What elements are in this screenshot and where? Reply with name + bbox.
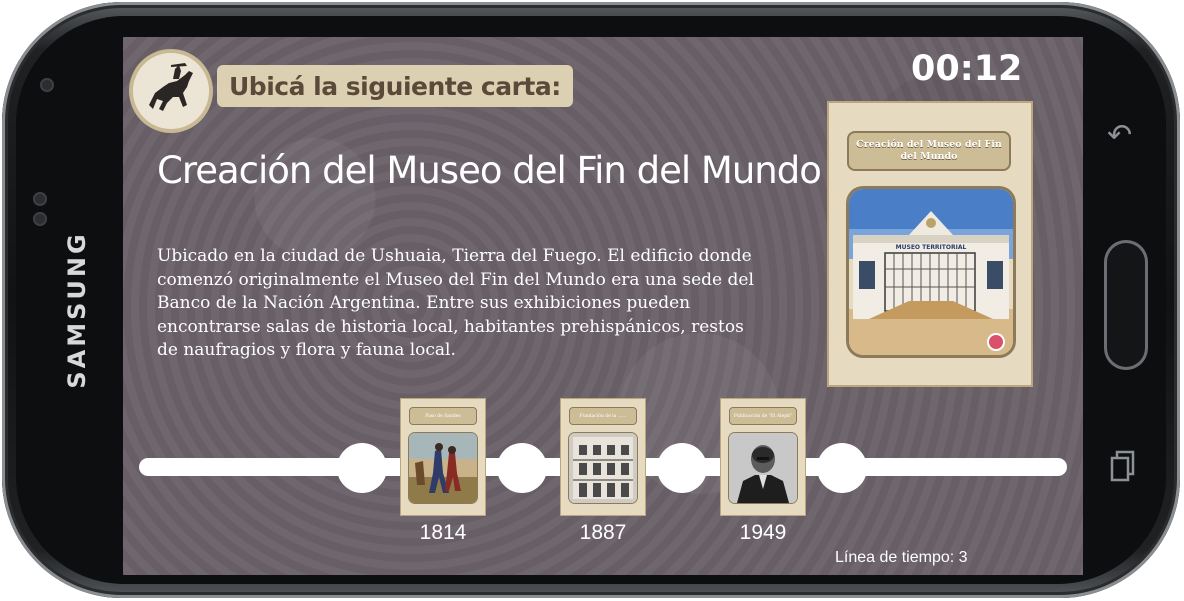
museum-sign: MUSEO TERRITORIAL xyxy=(896,244,967,251)
home-button[interactable] xyxy=(1104,240,1148,370)
timeline-card-2-banner: Fundación de la ...... xyxy=(569,407,637,425)
timeline-year-1: 1814 xyxy=(419,521,467,544)
timeline-card-3[interactable]: Publicación de "El Aleph" xyxy=(721,399,805,515)
current-card[interactable]: Creación del Museo del Fin del Mundo MUS… xyxy=(829,103,1031,385)
timeline-card-3-label: Publicación de "El Aleph" xyxy=(733,413,793,419)
game-screen: Ubicá la siguiente carta: 00:12 Creación… xyxy=(123,37,1083,575)
timeline-card-2-photo xyxy=(569,433,637,503)
horse-rider-icon xyxy=(133,53,209,129)
current-card-banner-text: Creación del Museo del Fin del Mundo xyxy=(856,139,1002,162)
light-sensor xyxy=(33,212,47,226)
timeline-card-1-banner: Paso de Sandes xyxy=(409,407,477,425)
timeline-card-1[interactable]: Paso de Sandes xyxy=(401,399,485,515)
timeline-card-2[interactable]: Fundación de la ...... xyxy=(561,399,645,515)
current-card-banner: Creación del Museo del Fin del Mundo xyxy=(847,131,1011,171)
timeline-card-1-label: Paso de Sandes xyxy=(425,413,461,419)
card-indicator-dot xyxy=(989,335,1003,349)
timeline-card-3-photo xyxy=(729,433,797,503)
timeline-slot-4[interactable] xyxy=(817,443,867,493)
recents-icon[interactable] xyxy=(1110,450,1136,490)
countdown-timer: 00:12 xyxy=(911,49,1023,89)
timeline-year-2: 1887 xyxy=(579,521,627,544)
timeline-slot-2[interactable] xyxy=(497,443,547,493)
front-camera xyxy=(40,78,54,92)
prompt-banner: Ubicá la siguiente carta: xyxy=(217,65,573,107)
card-title: Creación del Museo del Fin del Mundo xyxy=(157,149,822,192)
brand-logo: SAMSUNG xyxy=(63,231,91,389)
proximity-sensor xyxy=(33,192,47,206)
museum-photo: MUSEO TERRITORIAL xyxy=(849,189,1013,355)
timeline-card-2-label: Fundación de la ...... xyxy=(579,413,627,419)
timeline-slot-3[interactable] xyxy=(657,443,707,493)
back-icon[interactable]: ↶ xyxy=(1107,118,1132,153)
timeline-card-3-banner: Publicación de "El Aleph" xyxy=(729,407,797,425)
timeline-slot-1[interactable] xyxy=(337,443,387,493)
timeline-card-1-photo xyxy=(409,433,477,503)
prompt-text: Ubicá la siguiente carta: xyxy=(229,71,561,101)
card-description: Ubicado en la ciudad de Ushuaia, Tierra … xyxy=(157,246,754,360)
timeline-year-3: 1949 xyxy=(739,521,787,544)
timeline-counter: Línea de tiempo: 3 xyxy=(835,549,968,566)
